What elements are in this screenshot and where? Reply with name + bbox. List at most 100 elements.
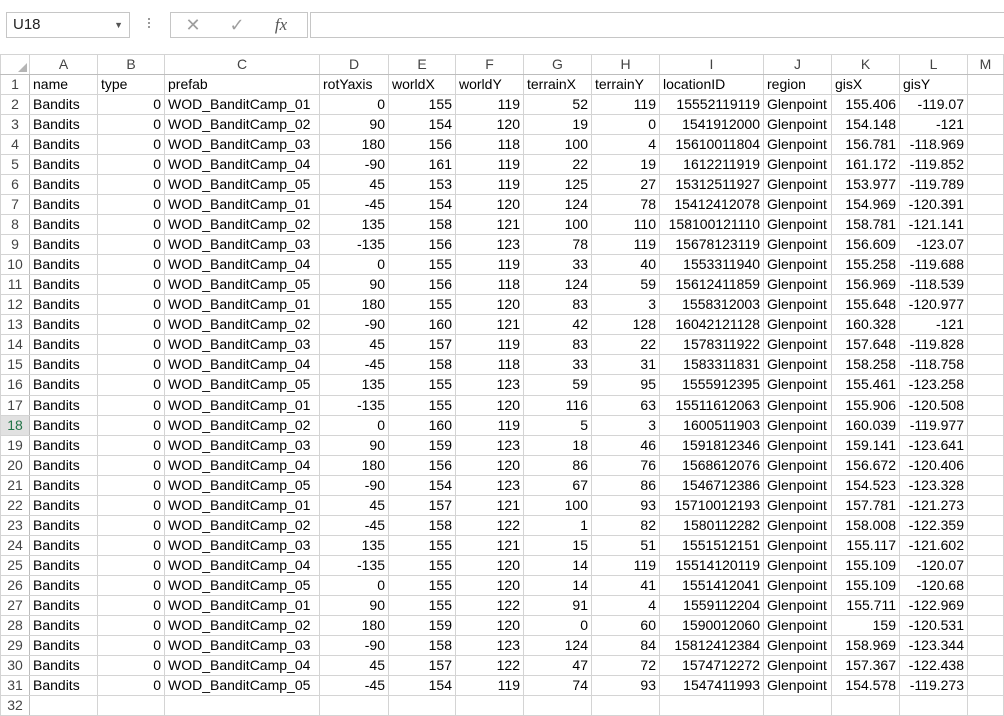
cell[interactable]: Glenpoint — [763, 514, 832, 536]
cell[interactable]: 155.109 — [831, 574, 900, 596]
cell[interactable]: 158.969 — [831, 634, 900, 656]
cell[interactable]: 3 — [591, 294, 660, 316]
cell[interactable]: 157 — [388, 654, 456, 676]
cell[interactable]: -119.688 — [899, 254, 968, 276]
cell[interactable]: 51 — [591, 534, 660, 556]
cell[interactable]: -123.258 — [899, 374, 968, 396]
cell[interactable]: Glenpoint — [763, 494, 832, 516]
cell[interactable]: 154.523 — [831, 474, 900, 496]
cell[interactable]: Bandits — [29, 554, 98, 576]
cell[interactable]: 93 — [591, 494, 660, 516]
cell[interactable] — [967, 514, 1004, 536]
cell[interactable]: rotYaxis — [319, 73, 389, 96]
cell[interactable]: 156.969 — [831, 274, 900, 296]
cell[interactable]: 1555912395 — [659, 374, 764, 396]
cell[interactable] — [967, 274, 1004, 296]
cell[interactable]: 110 — [591, 214, 660, 236]
cell[interactable]: 119 — [455, 174, 524, 196]
cell[interactable]: WOD_BanditCamp_03 — [164, 634, 320, 656]
cell[interactable]: 86 — [591, 474, 660, 496]
cell[interactable]: 45 — [319, 334, 389, 356]
cell[interactable]: 119 — [455, 674, 524, 696]
cell[interactable]: 119 — [455, 154, 524, 176]
cell[interactable]: -90 — [319, 314, 389, 336]
cell[interactable]: Glenpoint — [763, 194, 832, 216]
cell[interactable]: 76 — [591, 454, 660, 476]
cell[interactable]: 156.609 — [831, 234, 900, 256]
cell[interactable]: Bandits — [29, 594, 98, 616]
cell[interactable] — [455, 694, 524, 716]
cell[interactable]: 180 — [319, 294, 389, 316]
cell[interactable]: 118 — [455, 354, 524, 376]
cell[interactable] — [967, 254, 1004, 276]
cell[interactable]: WOD_BanditCamp_03 — [164, 534, 320, 556]
cell[interactable]: 0 — [97, 394, 165, 416]
cell[interactable] — [967, 334, 1004, 356]
cell[interactable]: 157.648 — [831, 334, 900, 356]
cell[interactable]: 0 — [97, 614, 165, 636]
row-header[interactable]: 25 — [0, 554, 30, 576]
cell[interactable]: 0 — [97, 214, 165, 236]
cell[interactable]: 41 — [591, 574, 660, 596]
cell[interactable]: WOD_BanditCamp_05 — [164, 274, 320, 296]
insert-function-icon[interactable]: fx — [261, 13, 301, 37]
cell[interactable] — [967, 214, 1004, 236]
cell[interactable]: 180 — [319, 614, 389, 636]
cell[interactable]: 157.367 — [831, 654, 900, 676]
cell[interactable]: 46 — [591, 434, 660, 456]
cell[interactable]: 154 — [388, 674, 456, 696]
cell[interactable]: 0 — [97, 594, 165, 616]
cell[interactable]: Bandits — [29, 234, 98, 256]
cell[interactable]: 40 — [591, 254, 660, 276]
row-header[interactable]: 32 — [0, 694, 30, 716]
cell[interactable]: 135 — [319, 214, 389, 236]
cell[interactable]: 3 — [591, 414, 660, 436]
cell[interactable]: Glenpoint — [763, 594, 832, 616]
row-header[interactable]: 5 — [0, 154, 30, 176]
cell[interactable]: Glenpoint — [763, 114, 832, 136]
cell[interactable]: 159 — [388, 434, 456, 456]
cell[interactable]: 31 — [591, 354, 660, 376]
cell[interactable]: worldY — [455, 73, 524, 96]
cell[interactable]: -119.273 — [899, 674, 968, 696]
cell[interactable]: 156 — [388, 274, 456, 296]
cell[interactable]: 0 — [97, 474, 165, 496]
cell[interactable]: Bandits — [29, 514, 98, 536]
cell[interactable]: 116 — [523, 394, 592, 416]
cell[interactable]: 0 — [97, 374, 165, 396]
cell[interactable]: 100 — [523, 134, 592, 156]
cell[interactable]: WOD_BanditCamp_02 — [164, 514, 320, 536]
cell[interactable]: 0 — [97, 434, 165, 456]
cell[interactable]: 156 — [388, 134, 456, 156]
cell[interactable]: Bandits — [29, 154, 98, 176]
cell[interactable]: Bandits — [29, 454, 98, 476]
cell[interactable]: 0 — [97, 174, 165, 196]
cell[interactable]: 0 — [97, 234, 165, 256]
cell[interactable]: 4 — [591, 134, 660, 156]
cell[interactable] — [967, 614, 1004, 636]
cell[interactable]: WOD_BanditCamp_02 — [164, 614, 320, 636]
cell[interactable]: Bandits — [29, 534, 98, 556]
cell[interactable]: 33 — [523, 254, 592, 276]
cell[interactable]: 120 — [455, 574, 524, 596]
cell[interactable] — [967, 174, 1004, 196]
cell[interactable] — [967, 414, 1004, 436]
cell[interactable]: 15678123119 — [659, 234, 764, 256]
cell[interactable]: 125 — [523, 174, 592, 196]
cell[interactable] — [967, 134, 1004, 156]
cell[interactable]: 122 — [455, 654, 524, 676]
cell[interactable]: 155 — [388, 374, 456, 396]
cell[interactable]: 0 — [97, 274, 165, 296]
cell[interactable]: 78 — [591, 194, 660, 216]
cell[interactable]: 123 — [455, 634, 524, 656]
cell[interactable]: 1 — [523, 514, 592, 536]
cell[interactable]: Glenpoint — [763, 474, 832, 496]
cell[interactable]: 135 — [319, 374, 389, 396]
cell[interactable]: 1546712386 — [659, 474, 764, 496]
cell[interactable]: Glenpoint — [763, 554, 832, 576]
cell[interactable]: 100 — [523, 214, 592, 236]
cell[interactable]: WOD_BanditCamp_03 — [164, 434, 320, 456]
row-header[interactable]: 30 — [0, 654, 30, 676]
cell[interactable]: -121 — [899, 314, 968, 336]
cell[interactable]: Bandits — [29, 674, 98, 696]
